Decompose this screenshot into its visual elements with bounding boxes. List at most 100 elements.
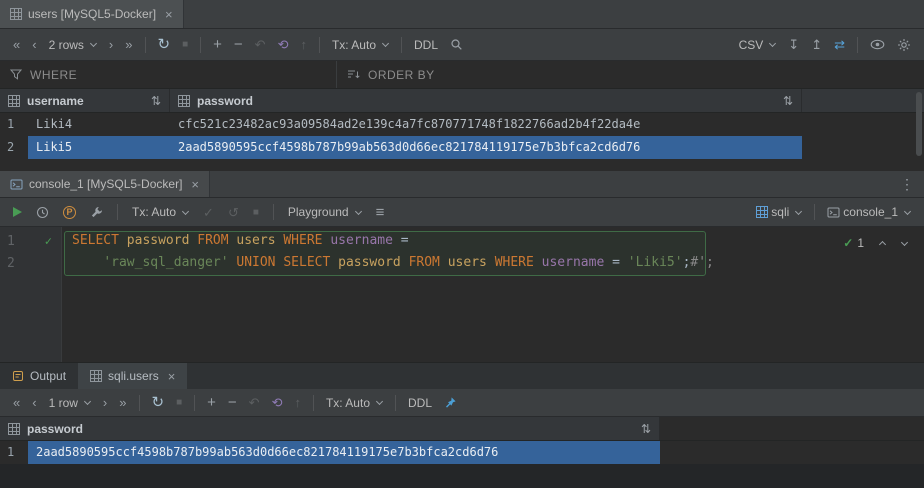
next-page-button[interactable]: › [98, 393, 112, 412]
editor-code-area[interactable]: SELECT password FROM users WHERE usernam… [63, 230, 924, 274]
next-result-chevron-icon[interactable] [901, 238, 908, 245]
export-data-icon[interactable]: ↧ [783, 35, 804, 54]
playground-mode-dropdown[interactable]: Playground [283, 202, 367, 222]
rollback-icon[interactable]: ↺ [223, 203, 244, 222]
reload-data-icon[interactable]: ↻ [147, 392, 170, 413]
profiler-icon[interactable]: P [58, 203, 81, 222]
cell-password[interactable]: 2aad5890595ccf4598b787b99ab563d0d66ec821… [170, 136, 802, 159]
delete-row-button[interactable]: − [229, 34, 248, 55]
previous-result-chevron-icon[interactable] [879, 241, 886, 248]
tab-console-1[interactable]: console_1 [MySQL5-Docker] × [0, 171, 210, 197]
sql-token: users [448, 255, 495, 270]
ddl-button[interactable]: DDL [403, 393, 437, 413]
previous-page-button[interactable]: ‹ [27, 393, 41, 412]
order-by-filter-field[interactable]: ORDER BY [337, 61, 445, 88]
more-options-kebab-icon[interactable]: ⋮ [900, 176, 924, 193]
view-as-table-icon[interactable]: ≡ [371, 202, 390, 223]
sort-icon[interactable]: ⇅ [151, 94, 161, 108]
extractor-dropdown[interactable]: CSV [734, 35, 782, 55]
next-page-button[interactable]: › [104, 35, 118, 54]
code-line[interactable]: 'raw_sql_danger' UNION SELECT password F… [63, 252, 924, 274]
sort-icon[interactable]: ⇅ [641, 422, 651, 436]
sql-token: FROM [409, 255, 448, 270]
stop-icon[interactable]: ■ [248, 204, 264, 221]
reload-data-icon[interactable]: ↻ [153, 34, 176, 55]
chevron-down-icon [382, 40, 389, 47]
page-size-dropdown[interactable]: 2 rows [44, 35, 102, 55]
stop-icon[interactable]: ■ [177, 36, 193, 53]
where-filter-field[interactable]: WHERE [0, 61, 337, 88]
console-icon [827, 206, 840, 219]
previous-page-button[interactable]: ‹ [27, 35, 41, 54]
code-line[interactable]: SELECT password FROM users WHERE usernam… [63, 230, 924, 252]
column-header-label: username [27, 94, 84, 108]
sql-token: users [236, 233, 283, 248]
last-page-button[interactable]: » [120, 35, 137, 54]
submit-changes-icon[interactable]: ↑ [289, 393, 306, 412]
column-header-password[interactable]: password ⇅ [170, 89, 802, 112]
table-row-selected[interactable]: 1 2aad5890595ccf4598b787b99ab563d0d66ec8… [0, 441, 924, 464]
execution-history-clock-icon[interactable] [31, 203, 54, 222]
tab-users-table[interactable]: users [MySQL5-Docker] × [0, 0, 184, 28]
settings-gear-icon[interactable] [892, 35, 916, 55]
sort-icon[interactable]: ⇅ [783, 94, 793, 108]
tx-mode-dropdown[interactable]: Tx: Auto [127, 202, 194, 222]
table-row[interactable]: 1 Liki4 cfc521c23482ac93a09584ad2e139c4a… [0, 113, 924, 136]
search-icon[interactable] [445, 35, 468, 54]
sql-token: WHERE [495, 255, 542, 270]
sql-token: password [127, 233, 197, 248]
console-toolbar: P Tx: Auto ✓ ↺ ■ Playground ≡ sqli conso… [0, 198, 924, 227]
page-size-dropdown[interactable]: 1 row [44, 393, 96, 413]
session-dropdown[interactable]: console_1 [822, 202, 916, 222]
statement-success-check-icon: ✓ [45, 234, 52, 248]
tx-mode-dropdown[interactable]: Tx: Auto [321, 393, 388, 413]
undo-icon[interactable]: ↶ [244, 393, 265, 412]
column-header-password[interactable]: password ⇅ [0, 417, 660, 440]
separator [194, 395, 195, 411]
import-data-icon[interactable]: ↥ [806, 35, 827, 54]
transpose-icon[interactable]: ⇄ [829, 35, 850, 54]
execution-result-badge: ✓ 1 [843, 236, 908, 250]
add-row-button[interactable]: + [202, 392, 221, 413]
cell-password[interactable]: 2aad5890595ccf4598b787b99ab563d0d66ec821… [28, 441, 660, 464]
submit-changes-icon[interactable]: ↑ [295, 35, 312, 54]
ddl-button[interactable]: DDL [409, 35, 443, 55]
close-icon[interactable]: × [168, 370, 176, 383]
grid-header-row: username ⇅ password ⇅ [0, 89, 924, 113]
wrench-settings-icon[interactable] [85, 203, 108, 222]
first-page-button[interactable]: « [8, 35, 25, 54]
run-button[interactable] [8, 204, 27, 220]
tab-sqli-users-result[interactable]: sqli.users × [78, 363, 187, 389]
add-row-button[interactable]: + [208, 34, 227, 55]
tab-output[interactable]: Output [0, 363, 78, 389]
undo-icon[interactable]: ↶ [250, 35, 271, 54]
first-page-button[interactable]: « [8, 393, 25, 412]
sql-token: SELECT [72, 233, 127, 248]
stop-icon[interactable]: ■ [171, 394, 187, 411]
cell-username[interactable]: Liki4 [28, 113, 170, 136]
view-options-eye-icon[interactable] [865, 36, 890, 53]
grid-header-filler [802, 89, 924, 112]
cell-username[interactable]: Liki5 [28, 136, 170, 159]
commit-icon[interactable]: ✓ [198, 203, 219, 222]
sql-token: = [401, 233, 409, 248]
schema-dropdown[interactable]: sqli [751, 202, 807, 222]
separator [395, 395, 396, 411]
line-number: 1 [7, 234, 15, 249]
cell-password[interactable]: cfc521c23482ac93a09584ad2e139c4a7fc87077… [170, 113, 802, 136]
chevron-down-icon [769, 40, 776, 47]
vertical-scrollbar[interactable] [916, 92, 922, 156]
grid-empty-area [0, 159, 924, 171]
table-row-selected[interactable]: 2 Liki5 2aad5890595ccf4598b787b99ab563d0… [0, 136, 924, 159]
close-icon[interactable]: × [191, 178, 199, 191]
revert-changes-icon[interactable]: ⟲ [267, 393, 288, 412]
close-icon[interactable]: × [165, 8, 173, 21]
last-page-button[interactable]: » [114, 393, 131, 412]
sql-token: username [330, 233, 400, 248]
delete-row-button[interactable]: − [223, 392, 242, 413]
sql-editor[interactable]: 1 ✓ 2 SELECT password FROM users WHERE u… [0, 227, 924, 362]
tx-mode-dropdown[interactable]: Tx: Auto [327, 35, 394, 55]
revert-changes-icon[interactable]: ⟲ [273, 35, 294, 54]
pin-tab-icon[interactable] [439, 393, 462, 412]
column-header-username[interactable]: username ⇅ [0, 89, 170, 112]
